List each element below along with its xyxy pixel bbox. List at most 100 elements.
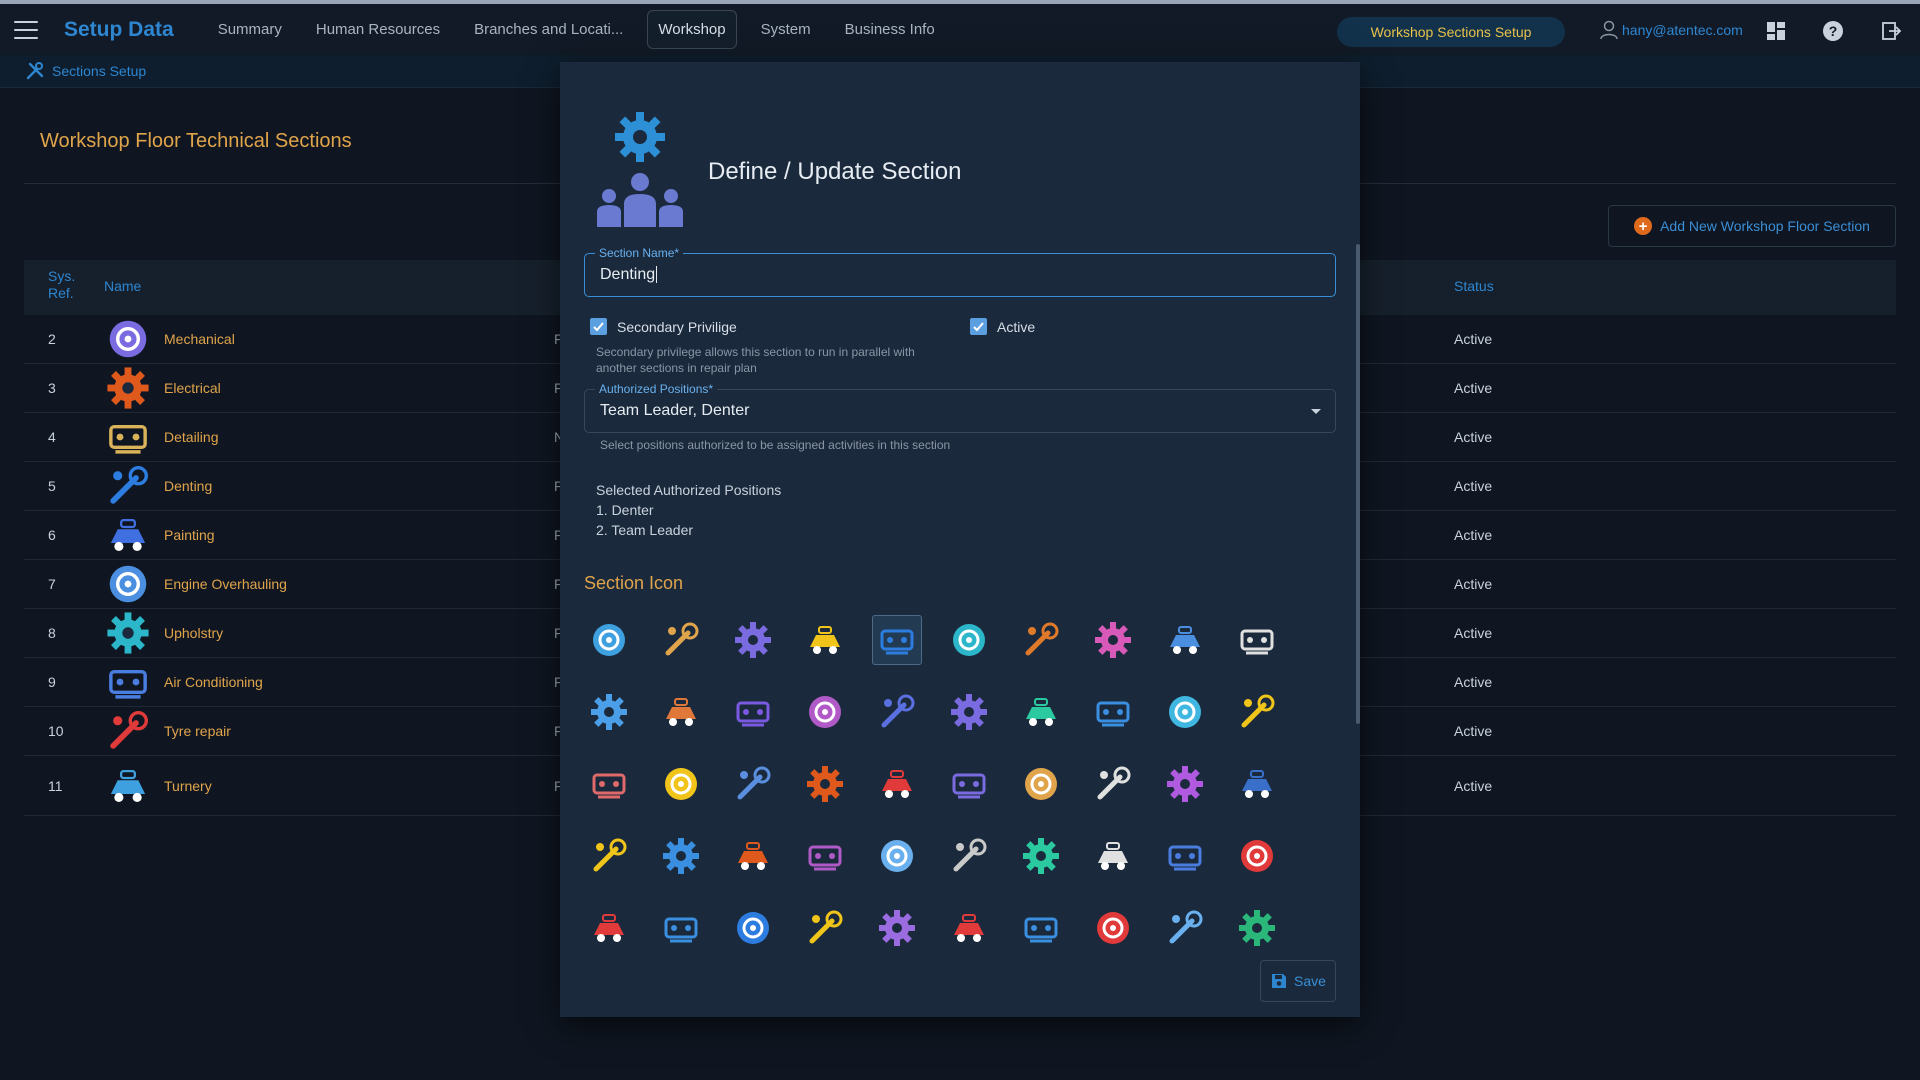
steering-wheel-icon[interactable] [1232,615,1282,665]
active-page-pill[interactable]: Workshop Sections Setup [1337,17,1565,47]
panel-icon[interactable] [1016,759,1066,809]
header-ref-line2: Ref. [48,285,74,301]
section-name-input[interactable]: Denting [600,266,658,284]
row-name[interactable]: Detailing [164,429,218,445]
active-checkbox[interactable]: Active [970,318,1035,335]
secondary-privilege-checkbox[interactable]: Secondary Privilige [590,318,737,335]
target-gear-icon[interactable] [1160,687,1210,737]
gears-colored-icon[interactable] [1016,615,1066,665]
plugs-icon[interactable] [872,759,922,809]
car-lift-icon[interactable] [944,903,994,953]
nav-system[interactable]: System [751,11,821,48]
gear-dial-icon[interactable] [800,903,850,953]
secondary-privilege-label: Secondary Privilige [617,318,737,335]
row-name[interactable]: Electrical [164,380,221,396]
dialog-scrollbar[interactable] [1356,244,1360,724]
menu-icon[interactable] [14,20,38,39]
authorized-positions-hint: Select positions authorized to be assign… [600,438,951,452]
save-icon [1272,974,1287,988]
radiator-icon[interactable] [728,903,778,953]
row-name[interactable]: Painting [164,527,215,543]
breadcrumb-label[interactable]: Sections Setup [52,63,146,79]
electric-plug-icon[interactable] [800,759,850,809]
nav-human-resources[interactable]: Human Resources [306,11,450,48]
save-button[interactable]: Save [1260,960,1336,1002]
mechanic-icon[interactable] [584,759,634,809]
hand-gear-icon[interactable] [1232,759,1282,809]
nav-branches[interactable]: Branches and Locati... [464,11,633,48]
bulb-hand-icon[interactable] [800,831,850,881]
wrench-gear-icon[interactable] [1160,615,1210,665]
detailing-icon [104,413,152,461]
header-name[interactable]: Name [104,278,141,294]
row-name[interactable]: Mechanical [164,331,235,347]
engine-gear-icon[interactable] [728,615,778,665]
add-icon: + [1634,217,1653,235]
ac-cross-icon[interactable] [1232,831,1282,881]
vent-icon[interactable] [584,903,634,953]
robot-arm-icon[interactable] [872,687,922,737]
ac-hand-icon[interactable] [1088,831,1138,881]
puzzle-gear-icon[interactable] [1088,687,1138,737]
row-name[interactable]: Denting [164,478,212,494]
brake-disc-icon[interactable] [656,687,706,737]
gears-icon[interactable] [800,615,850,665]
tools-cross-icon[interactable] [1088,615,1138,665]
row-status: Active [1454,625,1493,641]
nav-workshop[interactable]: Workshop [647,10,737,49]
add-section-button[interactable]: + Add New Workshop Floor Section [1608,205,1896,247]
battery-plug-icon[interactable] [728,831,778,881]
section-name-label: Section Name* [595,246,684,260]
car-front-icon[interactable] [1088,903,1138,953]
spray-car-icon[interactable] [1160,903,1210,953]
charging-icon[interactable] [656,831,706,881]
row-name[interactable]: Turnery [164,778,212,794]
ac-monitor-icon[interactable] [1160,831,1210,881]
denting-hammer-icon[interactable] [872,615,922,665]
cog-circle-icon[interactable] [872,903,922,953]
row-ref: 3 [48,380,56,396]
spinning-gear-icon[interactable] [584,687,634,737]
warning-sign-icon[interactable] [1088,759,1138,809]
row-name[interactable]: Air Conditioning [164,674,263,690]
wheel-gear-icon[interactable] [1016,687,1066,737]
row-ref: 7 [48,576,56,592]
authorized-positions-select[interactable]: Authorized Positions* Team Leader, Dente… [584,382,1336,433]
settings-gear-icon[interactable] [1232,687,1282,737]
hand-bulb-icon[interactable] [944,759,994,809]
dashboard-grid-icon[interactable] [1765,20,1787,42]
row-status: Active [1454,429,1493,445]
row-name[interactable]: Tyre repair [164,723,231,739]
help-icon[interactable]: ? [1822,20,1844,42]
row-ref: 5 [48,478,56,494]
diagnostic-icon[interactable] [656,615,706,665]
technician-icon[interactable] [728,759,778,809]
car-wash-icon[interactable] [1016,903,1066,953]
header-status[interactable]: Status [1454,278,1494,294]
lightning-icon[interactable] [656,759,706,809]
user-email: hany@atentec.com [1622,22,1743,38]
plug-circle-icon[interactable] [1160,759,1210,809]
drone-icon[interactable] [944,615,994,665]
ac-unit-icon[interactable] [1016,831,1066,881]
socket-icon[interactable] [584,831,634,881]
nav-business-info[interactable]: Business Info [835,11,945,48]
car-service-icon[interactable] [1232,903,1282,953]
engine-icon [104,560,152,608]
section-name-field[interactable]: Section Name* Denting [584,246,1336,297]
tools-icon[interactable] [800,687,850,737]
header-ref-line1: Sys. [48,268,76,284]
chevron-down-icon[interactable] [1311,409,1321,414]
nav-summary[interactable]: Summary [208,11,292,48]
fan-disc-icon[interactable] [656,903,706,953]
fan-tool-icon[interactable] [872,831,922,881]
row-name[interactable]: Engine Overhauling [164,576,287,592]
user-menu[interactable]: hany@atentec.com [1600,20,1743,40]
no-spray-icon[interactable] [944,831,994,881]
logout-icon[interactable] [1880,20,1902,42]
hand-wrench-icon[interactable] [944,687,994,737]
selected-position-item: 1. Denter [596,502,654,518]
row-name[interactable]: Upholstry [164,625,223,641]
gear-chain-icon[interactable] [584,615,634,665]
gear-circuit-icon[interactable] [728,687,778,737]
